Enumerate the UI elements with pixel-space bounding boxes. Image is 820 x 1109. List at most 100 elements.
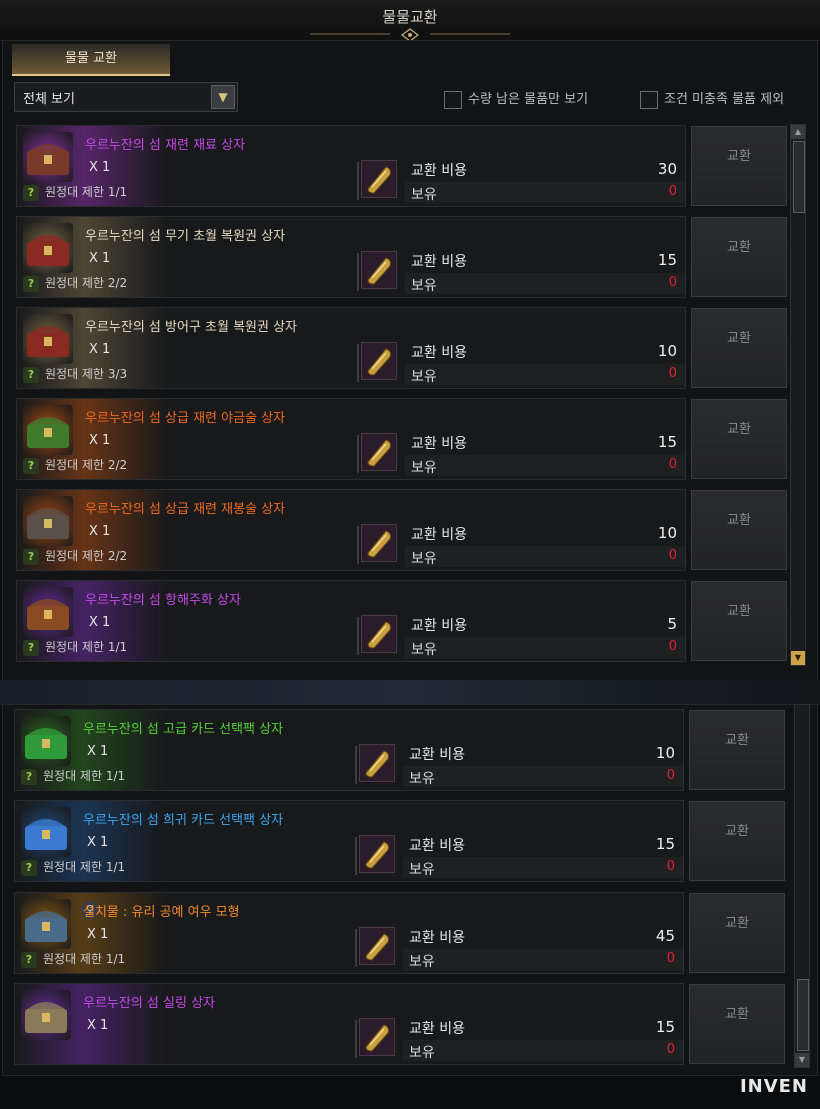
green-chest-icon[interactable] — [23, 405, 73, 455]
owned-bar — [405, 637, 685, 658]
owned-value: 0 — [668, 548, 677, 563]
roster-limit: ? 원정대 제한 1/1 — [21, 767, 125, 785]
silver-chest-icon[interactable] — [21, 990, 71, 1040]
help-icon[interactable]: ? — [23, 549, 39, 565]
owned-bar — [405, 364, 685, 385]
owned-label: 보유 — [409, 1045, 435, 1061]
item-info: 우르누잔의 섬 재련 재료 상자 X 1 ? 원정대 제한 1/1 — [17, 126, 357, 206]
fox-figure-icon[interactable] — [21, 899, 71, 949]
help-icon[interactable]: ? — [23, 367, 39, 383]
checkbox-box[interactable] — [444, 90, 462, 109]
item-quantity: X 1 — [87, 744, 109, 759]
exchange-button[interactable]: 교환 — [691, 399, 787, 479]
exchange-button[interactable]: 교환 — [689, 984, 785, 1064]
owned-label: 보유 — [411, 369, 437, 385]
column-divider — [355, 837, 357, 875]
column-divider — [355, 746, 357, 784]
roster-limit-text: 원정대 제한 1/1 — [43, 769, 126, 783]
scroll-thumb[interactable] — [797, 979, 809, 1051]
roster-limit-text: 원정대 제한 1/1 — [45, 640, 128, 654]
item-info: 우르누잔의 섬 상급 재련 재봉술 상자 X 1 ? 원정대 제한 2/2 — [17, 490, 357, 570]
exchange-row: 우르누잔의 섬 상급 재련 야금술 상자 X 1 ? 원정대 제한 2/2 교환 … — [16, 398, 787, 480]
exchange-row: 우르누잔의 섬 희귀 카드 선택팩 상자 X 1 ? 원정대 제한 1/1 교환 … — [14, 800, 785, 882]
cost-value: 10 — [657, 524, 677, 542]
item-info: 우르누잔의 섬 항해주화 상자 X 1 ? 원정대 제한 1/1 — [17, 581, 357, 661]
owned-label: 보유 — [409, 954, 435, 970]
cost-value: 15 — [655, 835, 675, 853]
item-name: 우르누잔의 섬 항해주화 상자 — [85, 593, 241, 608]
item-name: 우르누잔의 섬 희귀 카드 선택팩 상자 — [83, 813, 284, 828]
tab-barter[interactable]: 물물 교환 — [12, 44, 170, 76]
cost-value: 45 — [655, 927, 675, 945]
green-gift-icon[interactable] — [21, 716, 71, 766]
owned-value: 0 — [666, 951, 675, 966]
scroll-down-icon[interactable]: ▼ — [795, 1053, 809, 1067]
item-quantity: X 1 — [87, 835, 109, 850]
roster-limit: ? 원정대 제한 3/3 — [23, 365, 127, 383]
exchange-row: 우르누잔의 섬 상급 재련 재봉술 상자 X 1 ? 원정대 제한 2/2 교환 … — [16, 489, 787, 571]
exchange-button[interactable]: 교환 — [691, 490, 787, 570]
help-icon[interactable]: ? — [23, 458, 39, 474]
help-icon[interactable]: ? — [21, 860, 37, 876]
red-chest-icon[interactable] — [23, 314, 73, 364]
exchange-button[interactable]: 교환 — [689, 801, 785, 881]
cost-label: 교환 비용 — [411, 618, 467, 634]
item-quantity: X 1 — [89, 433, 111, 448]
coin-scroll-icon — [361, 524, 397, 562]
exclude-unmet-checkbox[interactable]: 조건 미충족 물품 제외 — [640, 88, 784, 109]
exchange-row: 우르누잔의 섬 고급 카드 선택팩 상자 X 1 ? 원정대 제한 1/1 교환 … — [14, 709, 785, 791]
column-divider — [355, 1020, 357, 1058]
owned-value: 0 — [666, 859, 675, 874]
help-icon[interactable]: ? — [23, 640, 39, 656]
cost-label: 교환 비용 — [409, 747, 465, 763]
scrollbar-bottom[interactable]: ▼ — [794, 704, 810, 1068]
roster-limit: ? 원정대 제한 2/2 — [23, 274, 127, 292]
roster-limit: ? 원정대 제한 2/2 — [23, 547, 127, 565]
owned-value: 0 — [668, 639, 677, 654]
scroll-thumb[interactable] — [793, 141, 805, 213]
exchange-button[interactable]: 교환 — [689, 710, 785, 790]
item-name: 우르누잔의 섬 방어구 초월 복원권 상자 — [85, 320, 298, 335]
help-icon[interactable]: ? — [23, 276, 39, 292]
only-remaining-checkbox[interactable]: 수량 남은 물품만 보기 — [444, 88, 589, 109]
exchange-button[interactable]: 교환 — [691, 581, 787, 661]
coin-scroll-icon — [361, 160, 397, 198]
help-icon[interactable]: ? — [21, 769, 37, 785]
coin-scroll-icon — [361, 433, 397, 471]
exchange-button[interactable]: 교환 — [691, 308, 787, 388]
help-icon[interactable]: ? — [23, 185, 39, 201]
roster-limit-text: 원정대 제한 1/1 — [43, 952, 126, 966]
item-quantity: X 1 — [89, 251, 111, 266]
scroll-down-icon[interactable]: ▼ — [791, 651, 805, 665]
roster-limit-text: 원정대 제한 2/2 — [45, 276, 128, 290]
scroll-up-icon[interactable]: ▲ — [791, 125, 805, 139]
help-icon[interactable]: ? — [21, 952, 37, 968]
item-name: 설치물 : 유리 공예 여우 모형 — [83, 905, 240, 920]
red-chest-icon[interactable] — [23, 223, 73, 273]
exchange-button[interactable]: 교환 — [689, 893, 785, 973]
scrollbar-top[interactable]: ▲ ▼ — [790, 124, 806, 666]
item-name: 우르누잔의 섬 상급 재련 야금술 상자 — [85, 411, 286, 426]
roster-limit: ? 원정대 제한 1/1 — [23, 638, 127, 656]
category-dropdown[interactable]: 전체 보기 ▼ — [14, 82, 238, 112]
exchange-button[interactable]: 교환 — [691, 217, 787, 297]
cost-value: 5 — [667, 615, 677, 633]
coin-scroll-icon — [359, 744, 395, 782]
roster-limit-text: 원정대 제한 2/2 — [45, 458, 128, 472]
blue-gift-icon[interactable] — [21, 807, 71, 857]
coin-scroll-icon — [361, 251, 397, 289]
checkbox-box[interactable] — [640, 90, 658, 109]
exchange-row: ⚲ 설치물 : 유리 공예 여우 모형 X 1 ? 원정대 제한 1/1 교환 비… — [14, 892, 785, 974]
wood-chest-icon[interactable] — [23, 587, 73, 637]
item-info: 우르누잔의 섬 무기 초월 복원권 상자 X 1 ? 원정대 제한 2/2 — [17, 217, 357, 297]
cost-label: 교환 비용 — [409, 1021, 465, 1037]
exchange-button[interactable]: 교환 — [691, 126, 787, 206]
iron-chest-icon[interactable] — [23, 496, 73, 546]
owned-bar — [403, 949, 683, 970]
coin-scroll-icon — [361, 615, 397, 653]
chevron-down-icon[interactable]: ▼ — [211, 85, 235, 109]
item-name: 우르누잔의 섬 재련 재료 상자 — [85, 138, 246, 153]
owned-label: 보유 — [411, 551, 437, 567]
only-remaining-label: 수량 남은 물품만 보기 — [468, 92, 589, 107]
jewel-chest-icon[interactable] — [23, 132, 73, 182]
